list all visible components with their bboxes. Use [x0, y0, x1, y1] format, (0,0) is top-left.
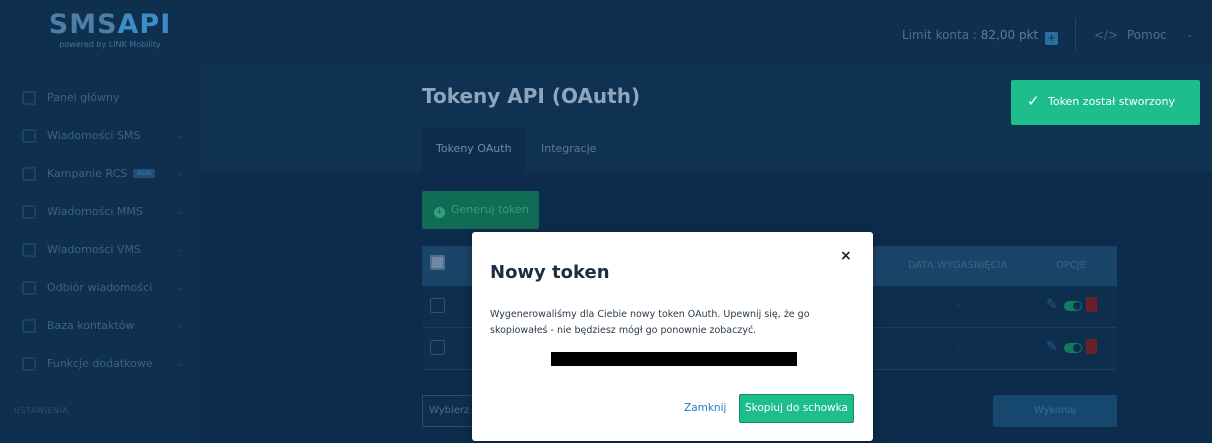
account-limit: Limit konta : 82,00 pkt +	[902, 28, 1059, 45]
chevron-down-icon: ⌄	[177, 131, 184, 140]
contacts-icon	[22, 319, 36, 333]
sidebar-item-label: Wiadomości MMS	[47, 205, 143, 218]
row-expiry: -	[956, 342, 960, 353]
chevron-down-icon: ⌄	[177, 169, 184, 178]
top-bar: SMSAPI powered by LINK Mobility Limit ko…	[0, 0, 1212, 68]
help-icon: </>	[1094, 28, 1119, 42]
mms-icon	[22, 205, 36, 219]
generate-token-button[interactable]: + Generuj token	[422, 191, 539, 229]
sidebar-item-dashboard[interactable]: Panel główny	[0, 80, 200, 118]
user-menu-chevron-icon[interactable]: ⌄	[1186, 30, 1194, 40]
chevron-down-icon: ⌄	[177, 321, 184, 330]
row-checkbox[interactable]	[430, 340, 445, 355]
sidebar-item-contacts[interactable]: Baza kontaktów ⌄	[0, 308, 200, 346]
chevron-down-icon: ⌄	[177, 245, 184, 254]
checkmark-icon: ✓	[1027, 92, 1040, 110]
help-label: Pomoc	[1126, 28, 1167, 42]
sidebar-item-label: Kampanie RCS NEW	[47, 167, 156, 180]
sidebar-item-label: Odbiór wiadomości	[47, 281, 153, 294]
sidebar: Panel główny Wiadomości SMS ⌄ Kampanie R…	[0, 68, 200, 443]
edit-icon[interactable]: ✎	[1046, 297, 1058, 313]
close-link[interactable]: Zamknij	[684, 402, 726, 414]
trash-icon[interactable]	[1086, 297, 1097, 312]
select-all-checkbox[interactable]	[430, 255, 445, 270]
column-header-options: OPCJE	[1056, 260, 1087, 271]
sidebar-item-label: Wiadomości SMS	[47, 129, 141, 142]
page-title: Tokeny API (OAuth)	[422, 84, 641, 108]
sidebar-item-sms[interactable]: Wiadomości SMS ⌄	[0, 118, 200, 156]
vms-icon	[22, 243, 36, 257]
trash-icon[interactable]	[1086, 339, 1097, 354]
execute-button[interactable]: Wykonaj	[993, 395, 1117, 427]
sidebar-item-rcs[interactable]: Kampanie RCS NEW ⌄	[0, 156, 200, 194]
success-toast: ✓ Token został stworzony	[1011, 80, 1200, 125]
column-header-expiry: DATA WYGAŚNIĘCIA	[908, 260, 1008, 271]
sidebar-item-vms[interactable]: Wiadomości VMS ⌄	[0, 232, 200, 270]
sidebar-item-label: Funkcje dodatkowe	[47, 357, 153, 370]
sms-icon	[22, 129, 36, 143]
sidebar-item-label: Panel główny	[47, 91, 120, 104]
close-icon[interactable]: ×	[840, 248, 852, 264]
modal-title: Nowy token	[490, 262, 610, 283]
chevron-down-icon: ⌄	[177, 207, 184, 216]
plus-circle-icon: +	[434, 207, 445, 218]
copy-to-clipboard-button[interactable]: Skopiuj do schowka	[739, 394, 854, 423]
row-checkbox[interactable]	[430, 298, 445, 313]
topup-icon[interactable]: +	[1045, 32, 1059, 45]
sidebar-item-label: Wiadomości VMS	[47, 243, 141, 256]
smsapi-logo[interactable]: SMSAPI powered by LINK Mobility	[20, 10, 200, 58]
sidebar-section-label: USTAWIENIA	[14, 406, 69, 415]
tab-oauth-tokens[interactable]: Tokeny OAuth	[422, 127, 525, 173]
limit-value: 82,00 pkt	[980, 28, 1039, 42]
edit-icon[interactable]: ✎	[1046, 339, 1058, 355]
toggle-switch[interactable]	[1064, 301, 1082, 311]
inbox-icon	[22, 281, 36, 295]
sidebar-item-mms[interactable]: Wiadomości MMS ⌄	[0, 194, 200, 232]
extras-icon	[22, 357, 36, 371]
home-icon	[22, 91, 36, 105]
chevron-down-icon: ⌄	[177, 283, 184, 292]
modal-message: Wygenerowaliśmy dla Ciebie nowy token OA…	[490, 309, 810, 336]
new-badge: NEW	[133, 169, 156, 178]
sidebar-item-label-text: Kampanie RCS	[47, 167, 128, 180]
logo-subtext: powered by LINK Mobility	[59, 40, 161, 49]
limit-label: Limit konta :	[902, 28, 977, 42]
sidebar-item-inbox[interactable]: Odbiór wiadomości ⌄	[0, 270, 200, 308]
redacted-token	[551, 352, 797, 366]
help-menu[interactable]: </> Pomoc	[1094, 28, 1167, 42]
chevron-down-icon: ⌄	[177, 359, 184, 368]
tab-integrations[interactable]: Integracje	[527, 127, 627, 173]
toast-message: Token został stworzony	[1048, 95, 1175, 108]
topbar-divider	[1075, 18, 1076, 50]
generate-token-label: Generuj token	[451, 203, 529, 216]
sidebar-item-extras[interactable]: Funkcje dodatkowe ⌄	[0, 346, 200, 384]
new-token-modal: Nowy token × Wygenerowaliśmy dla Ciebie …	[472, 232, 873, 441]
rcs-icon	[22, 167, 36, 181]
row-expiry: -	[956, 300, 960, 311]
logo-text: SMSAPI	[48, 9, 172, 40]
sidebar-item-label: Baza kontaktów	[47, 319, 135, 332]
toggle-switch[interactable]	[1064, 343, 1082, 353]
